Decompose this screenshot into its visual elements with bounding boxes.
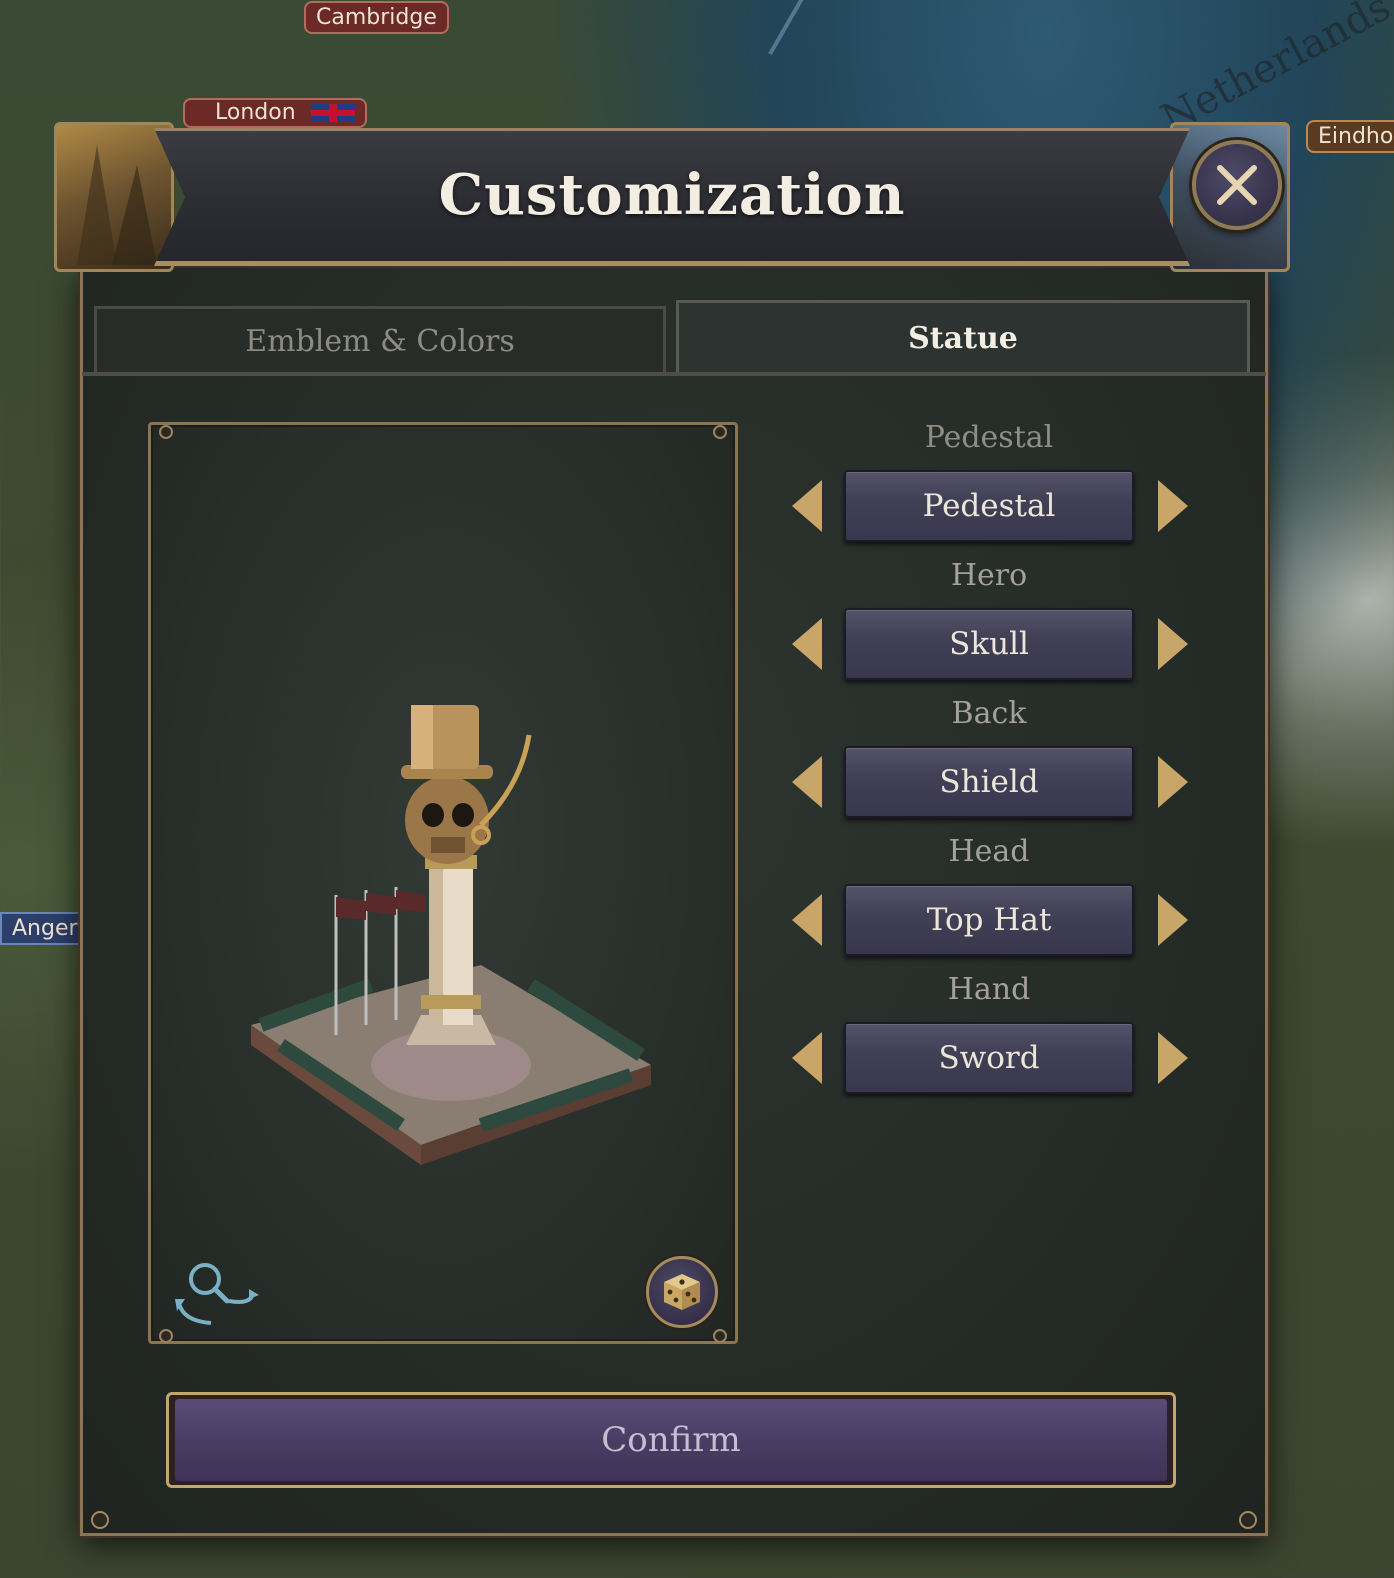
option-label-back: Back	[951, 696, 1027, 731]
statue-model	[251, 705, 651, 1165]
option-value-hero[interactable]: Skull	[844, 608, 1134, 680]
randomize-button[interactable]	[646, 1256, 718, 1328]
close-icon	[1217, 165, 1257, 205]
panel-corner-ornament	[91, 1511, 109, 1529]
panel-corner-ornament	[1239, 1511, 1257, 1529]
prev-arrow-icon[interactable]	[790, 616, 824, 672]
option-label-head: Head	[948, 834, 1030, 869]
prev-arrow-icon[interactable]	[790, 754, 824, 810]
tab-divider	[82, 372, 1266, 376]
option-value-back[interactable]: Shield	[844, 746, 1134, 818]
prev-arrow-icon[interactable]	[790, 1030, 824, 1086]
next-arrow-icon[interactable]	[1156, 754, 1190, 810]
next-arrow-icon[interactable]	[1156, 478, 1190, 534]
dice-icon	[664, 1274, 700, 1310]
confirm-button[interactable]: Confirm	[175, 1399, 1167, 1481]
option-label-pedestal: Pedestal	[924, 420, 1054, 455]
option-label-hero: Hero	[950, 558, 1028, 593]
dialog-title: Customization	[438, 162, 906, 228]
tab-statue[interactable]: Statue	[676, 300, 1250, 374]
rotate-zoom-icon[interactable]	[169, 1259, 261, 1329]
option-label-hand: Hand	[947, 972, 1031, 1007]
city-label-angers[interactable]: Anger	[0, 912, 90, 945]
option-value-pedestal[interactable]: Pedestal	[844, 470, 1134, 542]
close-button[interactable]	[1192, 140, 1282, 230]
city-label-eindhoven[interactable]: Eindho	[1306, 120, 1394, 153]
city-label-cambridge[interactable]: Cambridge	[304, 1, 449, 34]
next-arrow-icon[interactable]	[1156, 616, 1190, 672]
tab-emblem-colors[interactable]: Emblem & Colors	[94, 306, 666, 374]
option-value-head[interactable]: Top Hat	[844, 884, 1134, 956]
prev-arrow-icon[interactable]	[790, 892, 824, 948]
uk-flag-icon	[310, 104, 355, 122]
next-arrow-icon[interactable]	[1156, 892, 1190, 948]
prev-arrow-icon[interactable]	[790, 478, 824, 534]
dialog-header: Customization	[54, 122, 1290, 272]
next-arrow-icon[interactable]	[1156, 1030, 1190, 1086]
option-value-hand[interactable]: Sword	[844, 1022, 1134, 1094]
confirm-button-frame: Confirm	[166, 1392, 1176, 1488]
statue-preview[interactable]	[148, 422, 738, 1344]
